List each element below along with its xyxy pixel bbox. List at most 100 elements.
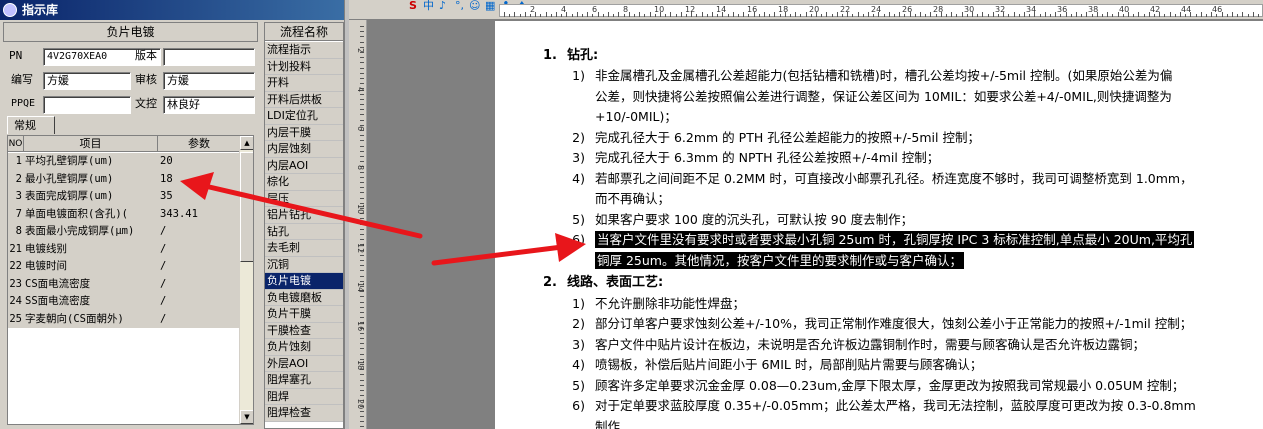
grid-row[interactable]: 23 CS面电流密度 / [8, 275, 241, 293]
page-margin-area [368, 21, 494, 429]
flow-item[interactable]: 负片蚀刻 [265, 339, 343, 356]
flow-list-header: 流程名称 [265, 23, 343, 41]
row-value[interactable]: / [160, 311, 240, 328]
ruler-tick [597, 12, 599, 17]
flow-item[interactable]: 计划投料 [265, 58, 343, 75]
row-item: 电镀时间 [25, 260, 67, 272]
grid-vertical-scrollbar[interactable]: ▲ ▼ [239, 136, 253, 424]
scroll-up-arrow-icon[interactable]: ▲ [240, 136, 253, 150]
row-value[interactable]: / [160, 241, 240, 258]
flow-item[interactable]: 开料后烘板 [265, 91, 343, 108]
grid-row[interactable]: 25 字麦朝向(CS面朝外) / [8, 310, 241, 328]
grid-row[interactable]: 24 SS面电流密度 / [8, 293, 241, 311]
ppqe-field[interactable] [43, 96, 131, 114]
flow-item[interactable]: 干膜检查 [265, 322, 343, 339]
col-param-header[interactable]: 参数 [158, 136, 241, 152]
ime-punct-icon[interactable]: °, [455, 0, 464, 12]
flow-item[interactable]: 钻孔 [265, 223, 343, 240]
flow-item[interactable]: 阻焊 [265, 388, 343, 405]
list-item-text: 公差，则快捷将公差按照偏公差进行调整，保证公差区间为 10MIL：如要求公差+4… [595, 88, 1172, 104]
ruler-tick [717, 14, 719, 17]
grid-row[interactable]: 22 电镀时间 / [8, 258, 241, 276]
app-icon [3, 3, 17, 17]
flow-item[interactable]: 开料 [265, 75, 343, 92]
row-item: 最小孔壁铜厚(um) [25, 172, 114, 185]
ruler-tick [602, 14, 604, 17]
flow-item[interactable]: 沉铜 [265, 256, 343, 273]
grid-row[interactable]: 1 平均孔壁铜厚(um) 20 [8, 153, 241, 171]
flow-item[interactable]: 流程指示 [265, 42, 343, 59]
version-label: 版本 [135, 49, 157, 62]
vertical-ruler[interactable]: 2 4 6 8 10 12 14 16 18 20 [349, 20, 367, 429]
flow-item[interactable]: 棕化 [265, 174, 343, 191]
ruler-tick [810, 14, 812, 17]
ime-keyboard-icon[interactable]: ▦ [485, 0, 495, 12]
ruler-tick [992, 12, 994, 17]
flow-item[interactable]: 外层AOI [265, 355, 343, 372]
list-item-number: 6) [572, 398, 585, 413]
row-value[interactable]: / [160, 293, 240, 310]
flow-item[interactable]: 铝片钻孔 [265, 207, 343, 224]
document-page[interactable]: 1. 钻孔: 1) 非金属槽孔及金属槽孔公差超能力(包括钻槽和铣槽)时，槽孔公差均按+… [495, 21, 1263, 429]
row-value[interactable]: / [160, 223, 240, 240]
flow-item[interactable]: 负电镀磨板 [265, 289, 343, 306]
horizontal-ruler[interactable]: S 中 ♪ °, ☺ ▦ ♣ ♠ 24681012141618202224262… [349, 0, 1263, 20]
flow-item[interactable]: 内层AOI [265, 157, 343, 174]
highlighted-text: 铜厚 25um。其他情况，按客户文件里的要求制作或与客户确认； [595, 251, 964, 269]
flow-item[interactable]: 阻焊检查 [265, 405, 343, 422]
ime-moon-icon[interactable]: ♪ [439, 0, 446, 12]
ruler-tick [618, 12, 620, 17]
scroll-down-arrow-icon[interactable]: ▼ [240, 410, 253, 424]
grid-row[interactable]: 2 最小孔壁铜厚(um) 18 [8, 170, 241, 188]
row-value[interactable]: 343.41 [160, 206, 240, 223]
grid-row[interactable]: 7 单面电镀面积(含孔)(343.41 [8, 205, 241, 223]
flow-item[interactable]: 去毛刺 [265, 240, 343, 257]
flow-item[interactable]: 阻焊塞孔 [265, 372, 343, 389]
reviewer-field[interactable]: 方媛 [163, 72, 255, 90]
flow-item[interactable]: 负片电镀 [265, 273, 343, 290]
ruler-tick [727, 14, 729, 17]
flow-item[interactable]: 层压 [265, 190, 343, 207]
flow-item[interactable]: 内层干膜 [265, 124, 343, 141]
row-value[interactable]: / [160, 276, 240, 293]
row-value[interactable]: / [160, 258, 240, 275]
row-value[interactable]: 35 [160, 188, 240, 205]
list-item-number: 4) [572, 170, 585, 186]
list-item-number: 6) [572, 232, 585, 247]
vruler-tick [360, 171, 364, 173]
editor-field[interactable]: 方媛 [43, 72, 131, 90]
highlighted-text: 当客户文件里没有要求时或者要求最小孔铜 25um 时，孔铜厚按 IPC 3 标标… [595, 231, 1195, 248]
ruler-tick [899, 12, 901, 17]
flow-item[interactable]: 负片干膜 [265, 306, 343, 323]
row-item: 表面最小完成铜厚(μm) [25, 225, 135, 237]
flow-item[interactable]: 内层蚀刻 [265, 141, 343, 158]
grid-row[interactable]: 21 电镀线别 / [8, 240, 241, 258]
col-item-header[interactable]: 项目 [24, 136, 158, 152]
ime-logo-icon[interactable]: S [409, 0, 417, 12]
scroll-thumb[interactable] [240, 152, 253, 262]
checker-field[interactable]: 林良好 [163, 96, 255, 114]
window-titlebar[interactable]: 指示库 [0, 0, 344, 20]
ruler-tick [530, 14, 531, 17]
grid-row[interactable]: 3 表面完成铜厚(um) 35 [8, 188, 241, 206]
flow-item[interactable]: LDI定位孔 [265, 108, 343, 125]
ime-chinese-mode[interactable]: 中 [423, 0, 434, 12]
grid-row[interactable]: 8 表面最小完成铜厚(μm) / [8, 223, 241, 241]
vruler-tick [360, 182, 364, 183]
col-no-header[interactable]: NO [8, 136, 24, 152]
ruler-tick [639, 12, 641, 17]
window-title: 指示库 [22, 3, 59, 17]
row-value[interactable]: 20 [160, 153, 240, 170]
ruler-tick [800, 14, 802, 17]
tab-general[interactable]: 常规 [7, 116, 55, 134]
ruler-tick [764, 12, 765, 17]
version-field[interactable] [163, 48, 255, 66]
ruler-tick [842, 14, 843, 17]
ruler-tick [1258, 14, 1259, 17]
vruler-tick [360, 312, 364, 313]
vruler-tick [360, 135, 364, 137]
vruler-tick [360, 57, 364, 59]
row-value[interactable]: 18 [160, 171, 240, 188]
ruler-tick [1138, 12, 1140, 17]
ime-emoji-icon[interactable]: ☺ [469, 0, 480, 12]
